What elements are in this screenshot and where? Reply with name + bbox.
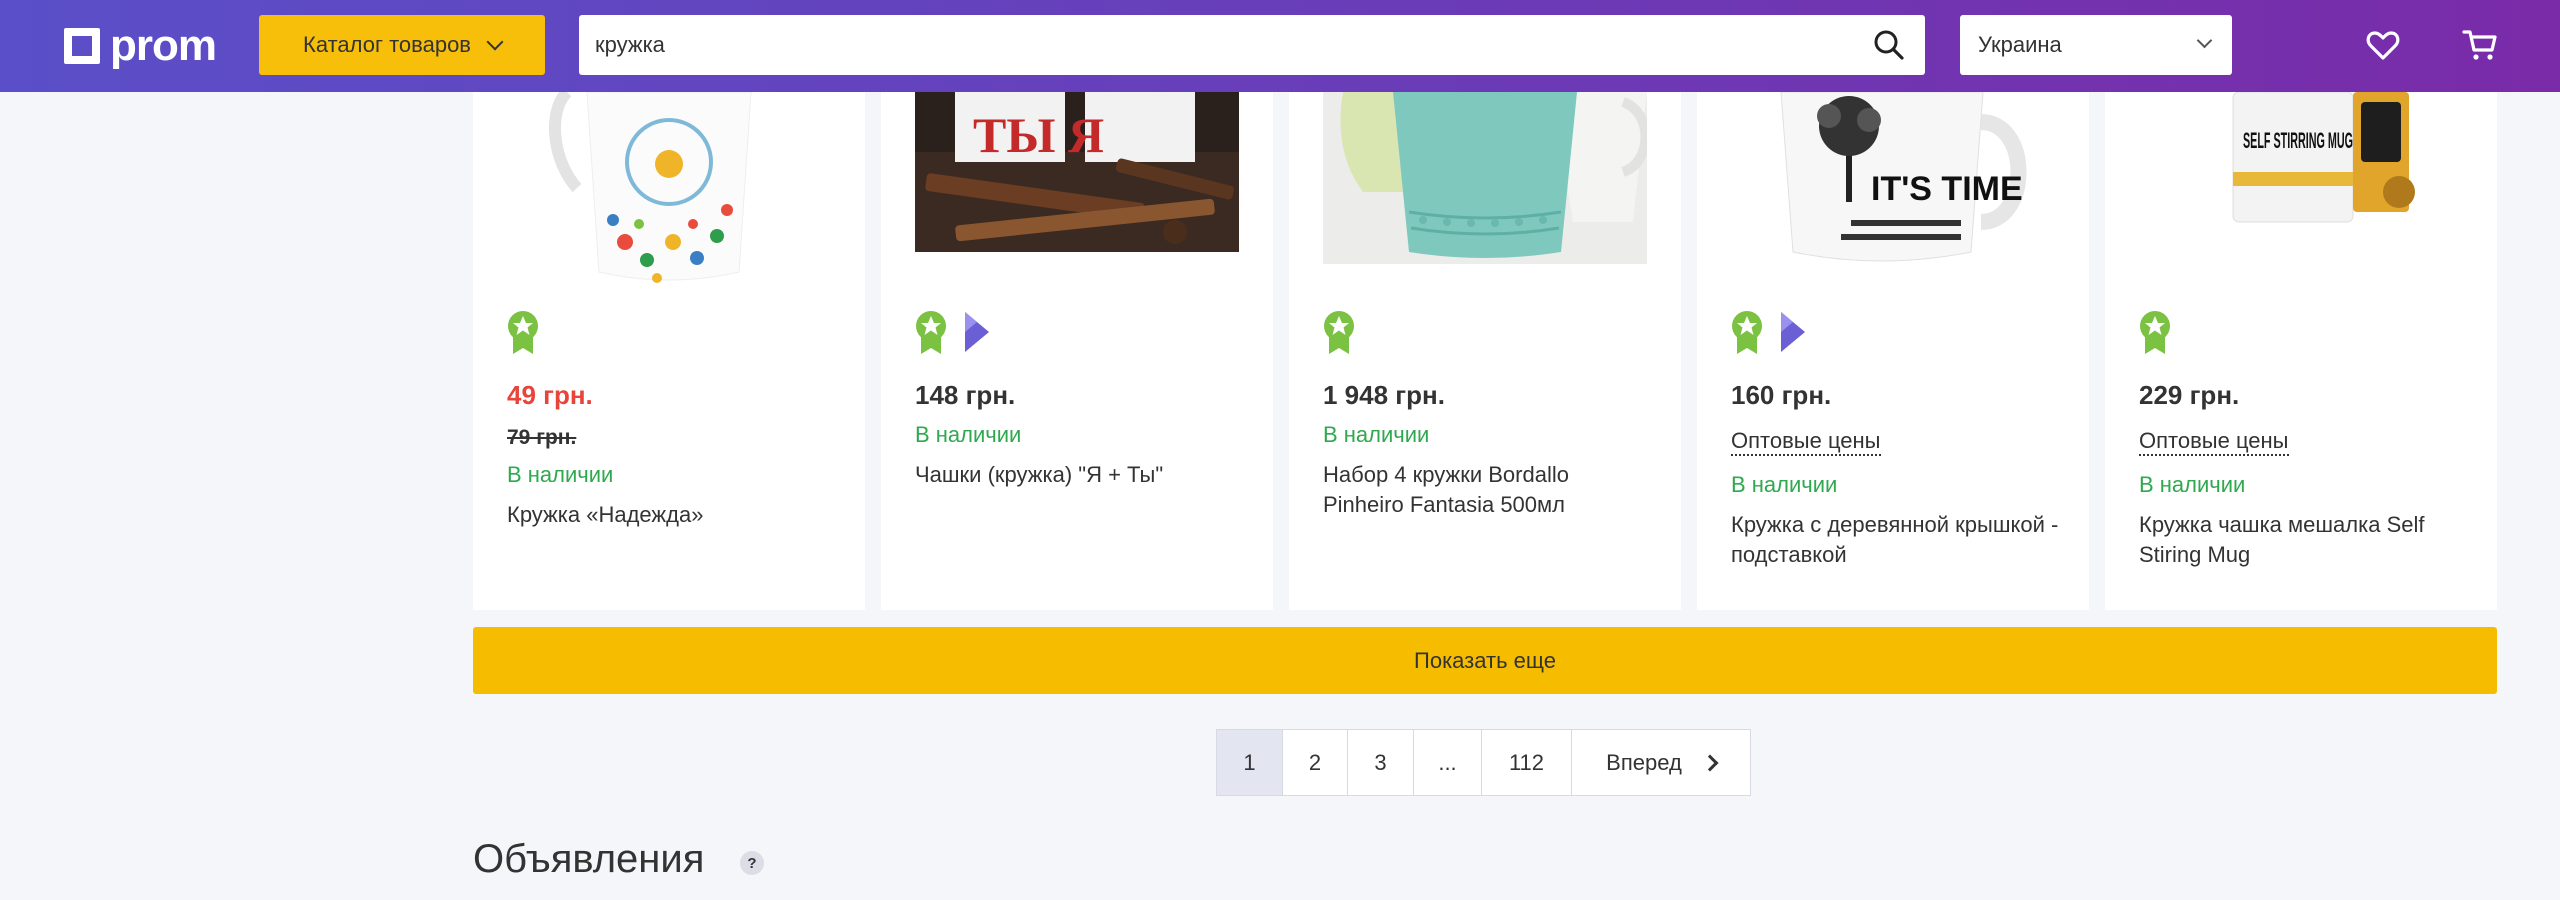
mug-text: IT'S TIME bbox=[1871, 170, 2023, 208]
catalog-button[interactable]: Каталог товаров bbox=[259, 15, 545, 75]
prom-logo-icon bbox=[64, 28, 100, 64]
product-price: 160 грн. bbox=[1731, 380, 1832, 410]
mug-image bbox=[1323, 92, 1647, 264]
product-badges bbox=[507, 310, 539, 356]
stock-status: В наличии bbox=[915, 422, 1022, 447]
product-image[interactable] bbox=[507, 92, 831, 292]
page-button-last[interactable]: 112 bbox=[1482, 730, 1572, 795]
stock-status: В наличии bbox=[507, 462, 614, 487]
search-icon[interactable] bbox=[1873, 29, 1905, 61]
stock-status: В наличии bbox=[2139, 472, 2246, 497]
top-header: prom Каталог товаров Украина bbox=[0, 0, 2560, 92]
wholesale-prices-link[interactable]: Оптовые цены bbox=[2139, 428, 2289, 456]
prom-logo[interactable]: prom bbox=[64, 21, 217, 70]
product-price: 148 грн. bbox=[915, 380, 1016, 410]
product-title[interactable]: Кружка чашка мешалка Self Stiring Mug bbox=[2139, 510, 2469, 570]
product-badges bbox=[1731, 310, 1809, 356]
search-bar bbox=[579, 15, 1925, 75]
prosale-icon bbox=[1781, 312, 1805, 352]
product-card[interactable]: SELF STIRRING MUG 229 грн. Оптовые цены … bbox=[2105, 92, 2497, 610]
page-button-2[interactable]: 2 bbox=[1283, 730, 1348, 795]
chevron-right-icon bbox=[1701, 754, 1719, 771]
mug-text: SELF STIRRING MUG bbox=[2243, 128, 2353, 153]
chevron-down-icon bbox=[2196, 32, 2213, 49]
mug-image bbox=[507, 92, 831, 292]
product-price: 229 грн. bbox=[2139, 380, 2240, 410]
logo-text: prom bbox=[110, 21, 217, 70]
next-page-button[interactable]: Вперед bbox=[1572, 730, 1750, 795]
mug-text: ТЫ Я bbox=[973, 107, 1104, 163]
cart-icon[interactable] bbox=[2462, 28, 2498, 62]
mug-image: SELF STIRRING MUG bbox=[2139, 92, 2463, 232]
product-card[interactable]: IT'S TIME 160 грн. Оптовые цены В наличи… bbox=[1697, 92, 2089, 610]
product-image[interactable] bbox=[1323, 92, 1647, 292]
stock-status: В наличии bbox=[1731, 472, 1838, 497]
product-title[interactable]: Чашки (кружка) "Я + Ты" bbox=[915, 460, 1245, 490]
award-icon bbox=[916, 311, 946, 354]
award-icon bbox=[1324, 311, 1354, 354]
heart-icon[interactable] bbox=[2366, 28, 2400, 62]
next-page-label: Вперед bbox=[1606, 749, 1682, 775]
product-badges bbox=[1323, 310, 1355, 356]
mug-image: IT'S TIME bbox=[1731, 92, 2055, 272]
product-price: 49 грн. bbox=[507, 380, 593, 410]
region-select[interactable]: Украина bbox=[1960, 15, 2232, 75]
show-more-button[interactable]: Показать еще bbox=[473, 627, 2497, 694]
pagination: 1 2 3 ... 112 Вперед bbox=[1216, 729, 1751, 796]
product-title[interactable]: Набор 4 кружки Bordallo Pinheiro Fantasi… bbox=[1323, 460, 1653, 520]
product-title[interactable]: Кружка с деревянной крышкой - подставкой bbox=[1731, 510, 2061, 570]
prosale-icon bbox=[965, 312, 989, 352]
product-badges bbox=[2139, 310, 2171, 356]
award-icon bbox=[2140, 311, 2170, 354]
product-badges bbox=[915, 310, 993, 356]
product-title[interactable]: Кружка «Надежда» bbox=[507, 500, 837, 530]
wholesale-prices-link[interactable]: Оптовые цены bbox=[1731, 428, 1881, 456]
product-card[interactable]: ТЫ Я 148 грн. В наличии Чашки (кружка) "… bbox=[881, 92, 1273, 610]
award-icon bbox=[1732, 311, 1762, 354]
stock-status: В наличии bbox=[1323, 422, 1430, 447]
catalog-button-label: Каталог товаров bbox=[303, 32, 471, 57]
product-image[interactable]: ТЫ Я bbox=[915, 92, 1239, 292]
mug-image: ТЫ Я bbox=[915, 92, 1239, 252]
product-card[interactable]: 49 грн. 79 грн. В наличии Кружка «Надежд… bbox=[473, 92, 865, 610]
product-old-price: 79 грн. bbox=[507, 426, 577, 449]
region-select-value: Украина bbox=[1978, 32, 2062, 57]
ads-section-title: Объявления bbox=[473, 837, 705, 881]
product-price: 1 948 грн. bbox=[1323, 380, 1445, 410]
page-button-3[interactable]: 3 bbox=[1348, 730, 1414, 795]
product-image[interactable]: SELF STIRRING MUG bbox=[2139, 92, 2463, 292]
help-icon[interactable]: ? bbox=[740, 851, 764, 875]
award-icon bbox=[508, 311, 538, 354]
page-ellipsis: ... bbox=[1414, 730, 1482, 795]
product-image[interactable]: IT'S TIME bbox=[1731, 92, 2055, 292]
product-card[interactable]: 1 948 грн. В наличии Набор 4 кружки Bord… bbox=[1289, 92, 1681, 610]
chevron-down-icon bbox=[486, 33, 504, 51]
page-button-1[interactable]: 1 bbox=[1217, 730, 1283, 795]
search-input[interactable] bbox=[595, 15, 1815, 75]
